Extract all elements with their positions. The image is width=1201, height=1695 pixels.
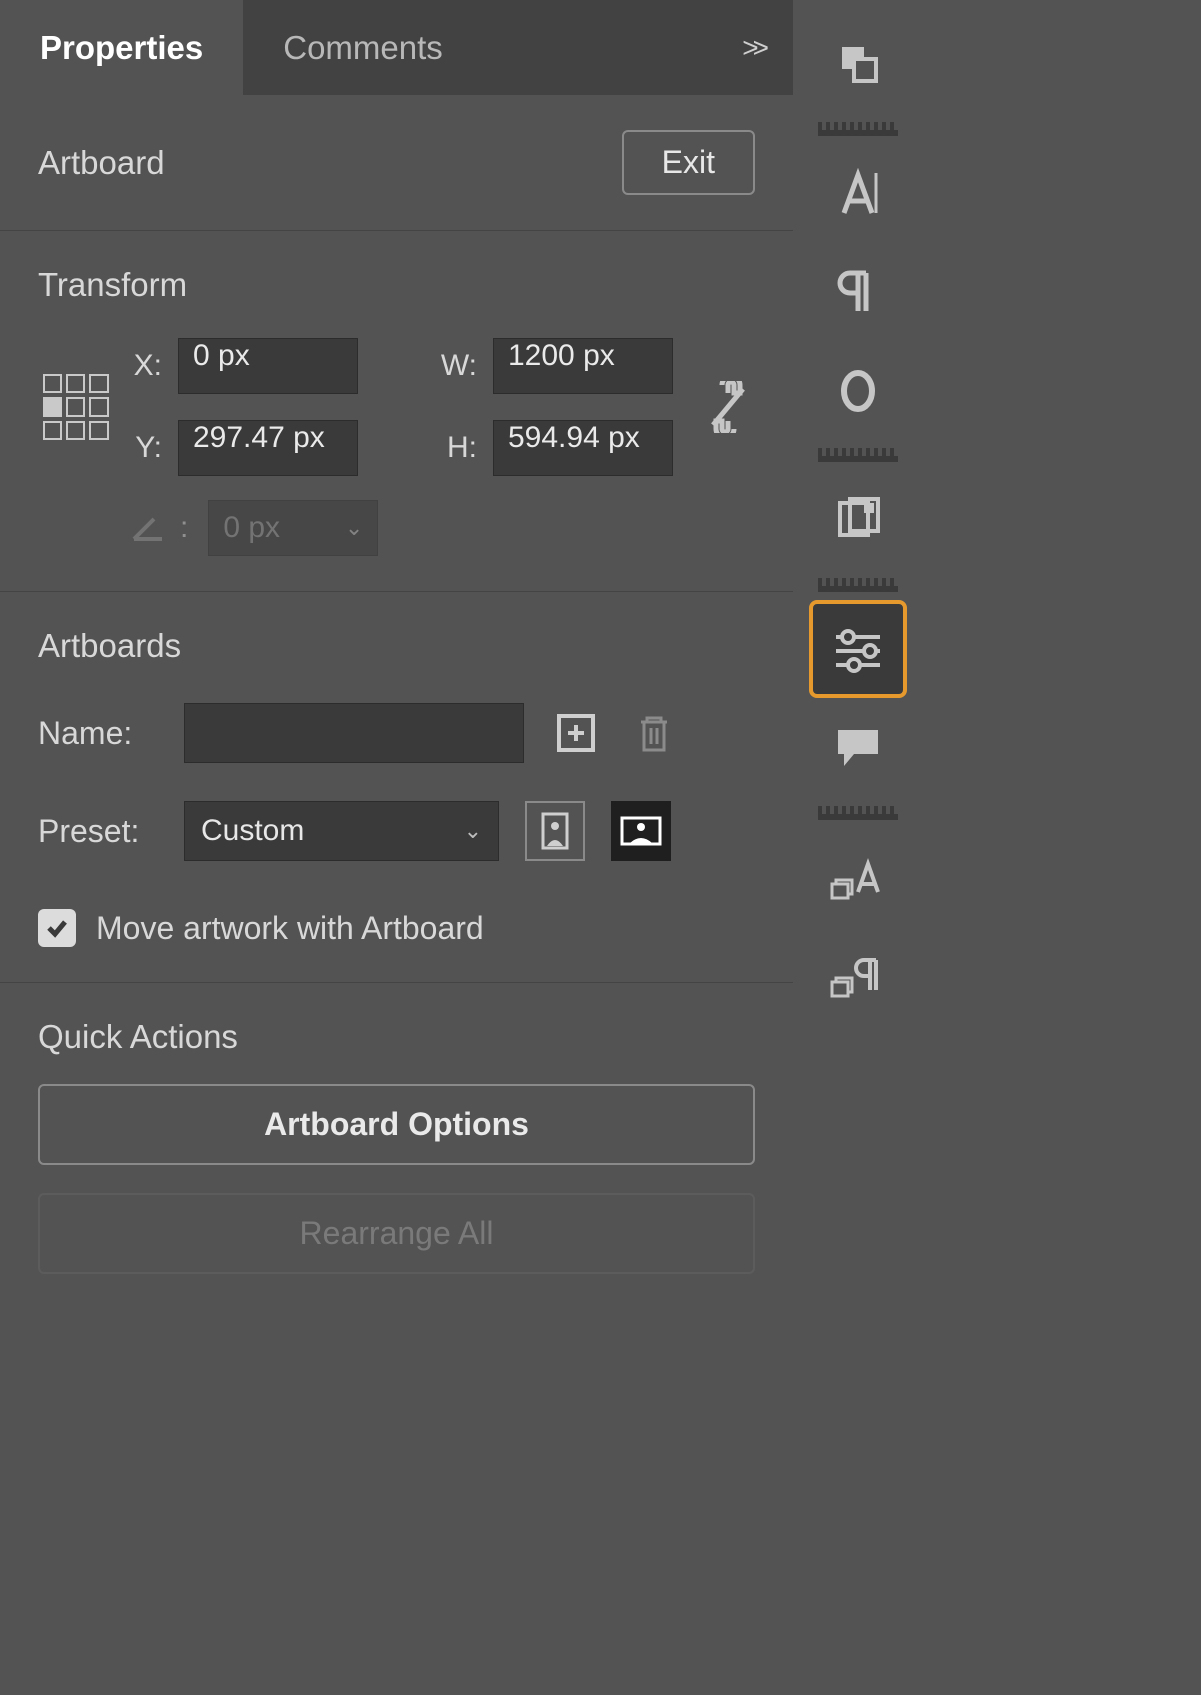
pilcrow-icon <box>836 265 880 317</box>
panel-tab-bar: Properties Comments >> <box>0 0 793 95</box>
panel-dock <box>799 0 917 1695</box>
constrain-proportions-toggle[interactable] <box>683 381 773 433</box>
transform-title: Transform <box>38 266 755 304</box>
section-quick-actions: Quick Actions Artboard Options Rearrange… <box>0 983 793 1309</box>
x-label: X: <box>123 349 168 383</box>
dock-character-button[interactable] <box>813 148 903 238</box>
h-label: H: <box>438 431 483 465</box>
chevron-down-icon: ⌄ <box>345 515 363 541</box>
trash-icon <box>635 712 673 754</box>
plus-square-icon <box>556 713 596 753</box>
artboards-icon <box>834 495 882 543</box>
dock-arrange-button[interactable] <box>813 18 903 108</box>
section-transform: Transform X: 0 px W: 1200 px <box>0 231 793 592</box>
character-a-icon <box>834 167 882 219</box>
properties-panel: Properties Comments >> Artboard Exit Tra… <box>0 0 793 1695</box>
link-broken-icon <box>707 381 749 433</box>
preset-select[interactable]: Custom ⌄ <box>184 801 499 861</box>
tab-comments[interactable]: Comments <box>243 0 483 95</box>
exit-button[interactable]: Exit <box>622 130 755 195</box>
artboards-title: Artboards <box>38 627 755 665</box>
rotate-value: 0 px <box>223 511 280 545</box>
sliders-icon <box>830 625 886 673</box>
new-artboard-button[interactable] <box>550 707 602 759</box>
angle-icon <box>130 513 166 543</box>
chevron-right-double-icon: >> <box>742 32 763 64</box>
dock-separator <box>818 456 898 462</box>
dock-separator <box>818 814 898 820</box>
quick-actions-title: Quick Actions <box>38 1018 755 1056</box>
reference-point-grid-icon <box>43 374 109 440</box>
y-label: Y: <box>123 431 168 465</box>
dock-character-styles-button[interactable] <box>813 832 903 922</box>
opentype-o-icon <box>834 363 882 415</box>
dock-opentype-button[interactable] <box>813 344 903 434</box>
section-artboards: Artboards Name: Preset: Custom ⌄ <box>0 592 793 983</box>
artboard-options-button[interactable]: Artboard Options <box>38 1084 755 1165</box>
character-style-icon <box>830 852 886 902</box>
dock-properties-button[interactable] <box>813 604 903 694</box>
portrait-icon <box>539 812 571 850</box>
dock-separator <box>818 130 898 136</box>
rotate-input: 0 px ⌄ <box>208 500 378 556</box>
preset-value: Custom <box>201 814 304 848</box>
x-input[interactable]: 0 px <box>178 338 358 394</box>
rearrange-all-button: Rearrange All <box>38 1193 755 1274</box>
rotate-row: : 0 px ⌄ <box>38 500 755 556</box>
dock-separator <box>818 586 898 592</box>
y-input[interactable]: 297.47 px <box>178 420 358 476</box>
panel-title: Artboard <box>38 144 165 182</box>
delete-artboard-button <box>628 707 680 759</box>
overlap-squares-icon <box>834 39 882 87</box>
reference-point-selector[interactable] <box>38 374 113 440</box>
h-input[interactable]: 594.94 px <box>493 420 673 476</box>
move-artwork-checkbox-row[interactable]: Move artwork with Artboard <box>38 909 755 947</box>
rotate-label: : <box>180 511 194 545</box>
move-artwork-checkbox[interactable] <box>38 909 76 947</box>
w-input[interactable]: 1200 px <box>493 338 673 394</box>
check-icon <box>45 916 69 940</box>
move-artwork-label: Move artwork with Artboard <box>96 910 484 947</box>
w-label: W: <box>438 349 483 383</box>
collapse-panel-button[interactable]: >> <box>742 0 793 95</box>
chevron-down-icon: ⌄ <box>464 818 482 844</box>
dock-paragraph-styles-button[interactable] <box>813 930 903 1020</box>
name-label: Name: <box>38 715 158 752</box>
speech-bubble-icon <box>832 724 884 770</box>
preset-label: Preset: <box>38 813 158 850</box>
artboard-name-input[interactable] <box>184 703 524 763</box>
section-artboard-header: Artboard Exit <box>0 95 793 231</box>
orientation-portrait-button[interactable] <box>525 801 585 861</box>
dock-paragraph-button[interactable] <box>813 246 903 336</box>
dock-comments-button[interactable] <box>813 702 903 792</box>
landscape-icon <box>620 815 662 847</box>
tab-properties[interactable]: Properties <box>0 0 243 95</box>
orientation-landscape-button[interactable] <box>611 801 671 861</box>
paragraph-style-icon <box>830 950 886 1000</box>
dock-artboards-button[interactable] <box>813 474 903 564</box>
